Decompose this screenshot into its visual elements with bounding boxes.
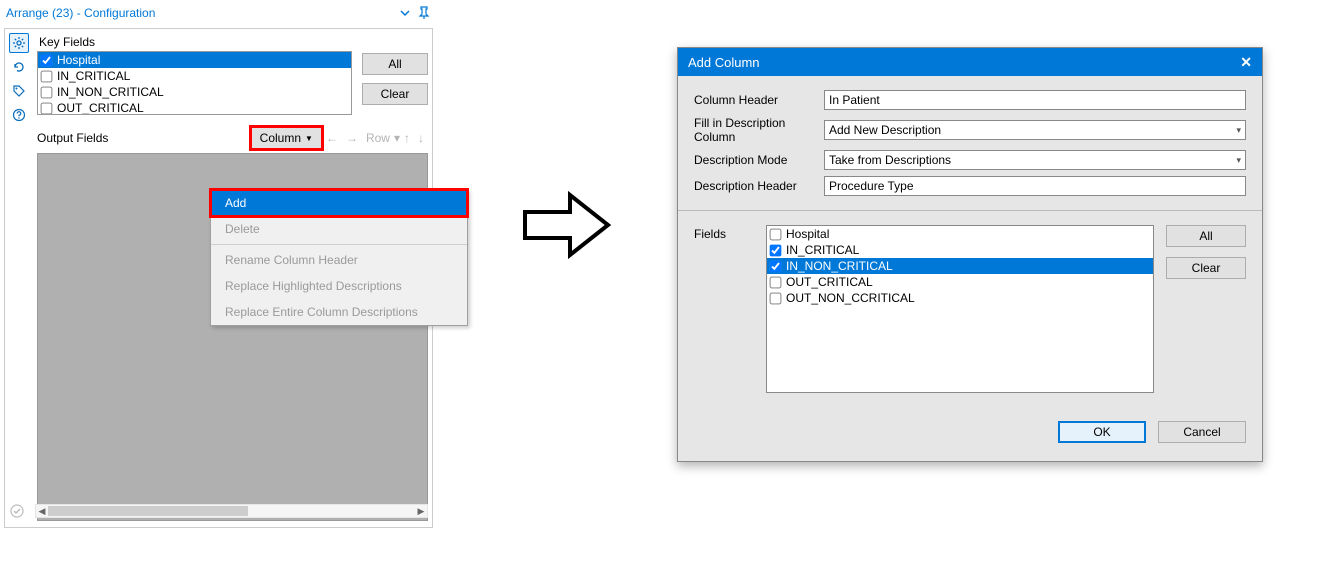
checkbox[interactable] — [41, 86, 53, 98]
fill-description-label: Fill in Description Column — [694, 116, 824, 144]
tag-icon[interactable] — [9, 81, 29, 101]
dialog-title: Add Column — [688, 55, 1240, 70]
arrow-left-icon[interactable]: ← — [326, 131, 338, 145]
description-mode-label: Description Mode — [694, 153, 824, 167]
list-item-label: OUT_CRITICAL — [786, 275, 873, 289]
checkbox[interactable] — [41, 54, 53, 66]
fill-description-select[interactable]: Add New Description▾ — [824, 120, 1246, 140]
list-item[interactable]: Hospital — [38, 52, 351, 68]
description-header-input[interactable] — [824, 176, 1246, 196]
menu-add[interactable]: Add — [211, 190, 467, 216]
all-button[interactable]: All — [1166, 225, 1246, 247]
arrow-down-icon[interactable]: ↓ — [418, 131, 424, 145]
checkbox[interactable] — [770, 244, 782, 256]
menu-separator — [211, 244, 467, 245]
flow-arrow-icon — [520, 190, 612, 260]
column-dropdown-button[interactable]: Column▼ — [251, 127, 322, 149]
key-fields-list[interactable]: Hospital IN_CRITICAL IN_NON_CRITICAL OUT_CR… — [37, 51, 352, 115]
horizontal-scrollbar[interactable]: ◀ ▶ — [35, 504, 428, 518]
apply-check-icon[interactable] — [9, 503, 25, 519]
panel-footer: ◀ ▶ — [9, 501, 428, 521]
checkbox[interactable] — [770, 228, 782, 240]
help-icon[interactable] — [9, 105, 29, 125]
list-item-label: OUT_CRITICAL — [57, 101, 144, 115]
all-button[interactable]: All — [362, 53, 428, 75]
column-header-input[interactable] — [824, 90, 1246, 110]
pin-icon[interactable] — [417, 6, 431, 20]
checkbox[interactable] — [770, 292, 782, 304]
output-fields-label: Output Fields — [37, 131, 251, 145]
close-icon[interactable]: ✕ — [1240, 54, 1252, 71]
menu-delete[interactable]: Delete — [211, 216, 467, 242]
dialog-titlebar[interactable]: Add Column ✕ — [678, 48, 1262, 76]
checkbox[interactable] — [41, 70, 53, 82]
column-context-menu: Add Delete Rename Column Header Replace … — [210, 189, 468, 326]
list-item[interactable]: IN_NON_CRITICAL — [38, 84, 351, 100]
fields-list[interactable]: Hospital IN_CRITICAL IN_NON_CRITICAL OUT_CR… — [766, 225, 1154, 393]
list-item[interactable]: OUT_NON_CCRITICAL — [767, 290, 1153, 306]
arrow-up-icon[interactable]: ↑ — [404, 131, 410, 145]
menu-rename[interactable]: Rename Column Header — [211, 247, 467, 273]
checkbox[interactable] — [770, 276, 782, 288]
gear-icon[interactable] — [9, 33, 29, 53]
list-item[interactable]: Hospital — [767, 226, 1153, 242]
description-mode-select[interactable]: Take from Descriptions▾ — [824, 150, 1246, 170]
arrow-right-icon[interactable]: → — [346, 131, 358, 145]
list-item-label: IN_NON_CRITICAL — [786, 259, 893, 273]
menu-replace-highlighted[interactable]: Replace Highlighted Descriptions — [211, 273, 467, 299]
fields-label: Fields — [694, 225, 754, 241]
list-item-label: IN_CRITICAL — [57, 69, 130, 83]
list-item-label: OUT_NON_CCRITICAL — [786, 291, 915, 305]
list-item-label: Hospital — [786, 227, 829, 241]
list-item[interactable]: IN_CRITICAL — [38, 68, 351, 84]
panel-header: Arrange (23) - Configuration — [0, 0, 437, 26]
checkbox[interactable] — [770, 260, 782, 272]
checkbox[interactable] — [41, 102, 53, 114]
panel-body: Key Fields Hospital IN_CRITICAL IN_NON_CRI… — [4, 28, 433, 528]
collapse-icon[interactable] — [399, 7, 411, 19]
list-item[interactable]: IN_CRITICAL — [767, 242, 1153, 258]
key-fields-label: Key Fields — [39, 35, 428, 49]
cancel-button[interactable]: Cancel — [1158, 421, 1246, 443]
panel-title: Arrange (23) - Configuration — [6, 6, 393, 20]
list-item[interactable]: IN_NON_CRITICAL — [767, 258, 1153, 274]
list-item[interactable]: OUT_CRITICAL — [767, 274, 1153, 290]
description-header-label: Description Header — [694, 179, 824, 193]
clear-button[interactable]: Clear — [1166, 257, 1246, 279]
add-column-dialog: Add Column ✕ Column Header Fill in Descr… — [677, 47, 1263, 462]
list-item-label: IN_NON_CRITICAL — [57, 85, 164, 99]
side-toolbar — [9, 33, 31, 129]
list-item-label: Hospital — [57, 53, 100, 67]
menu-replace-all[interactable]: Replace Entire Column Descriptions — [211, 299, 467, 325]
row-dropdown-button[interactable]: Row — [366, 131, 390, 145]
list-item[interactable]: OUT_CRITICAL — [38, 100, 351, 115]
clear-button[interactable]: Clear — [362, 83, 428, 105]
config-panel: Arrange (23) - Configuration Key Fields — [0, 0, 437, 528]
column-header-label: Column Header — [694, 93, 824, 107]
list-item-label: IN_CRITICAL — [786, 243, 859, 257]
ok-button[interactable]: OK — [1058, 421, 1146, 443]
refresh-icon[interactable] — [9, 57, 29, 77]
